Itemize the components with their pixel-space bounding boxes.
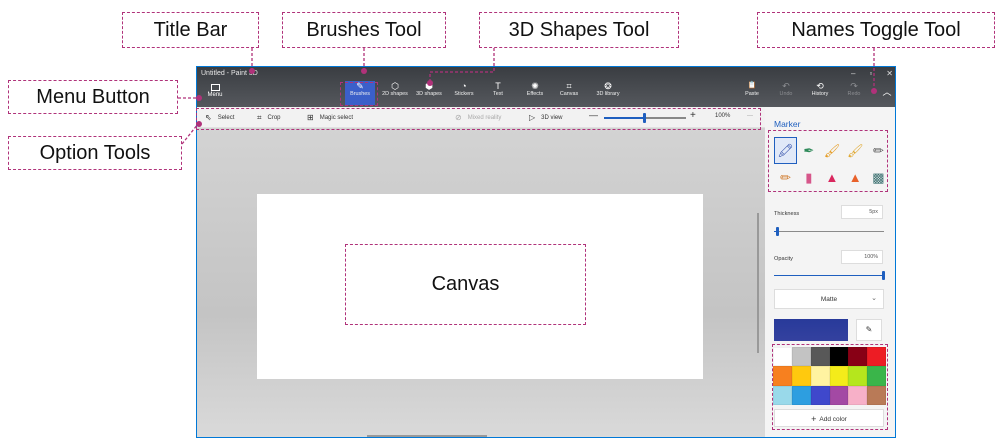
callout-canvas: Canvas <box>345 244 586 325</box>
callout-option-tools: Option Tools <box>8 136 182 170</box>
palette-highlight <box>772 344 888 430</box>
callout-title-bar: Title Bar <box>122 12 259 48</box>
option-tools-marker <box>196 121 202 127</box>
menu-button-marker <box>196 95 202 101</box>
title-bar-marker <box>249 68 255 74</box>
callout-names-toggle-tool: Names Toggle Tool <box>757 12 995 48</box>
brushes-tool-highlight <box>340 82 378 106</box>
brush-grid-highlight <box>768 130 888 192</box>
3d-shapes-tool-marker <box>427 80 433 86</box>
option-tools-highlight <box>196 108 761 130</box>
callout-menu-button: Menu Button <box>8 80 178 114</box>
brushes-tool-marker <box>361 68 367 74</box>
callout-brushes-tool: Brushes Tool <box>282 12 446 48</box>
callout-3d-shapes-tool: 3D Shapes Tool <box>479 12 679 48</box>
names-toggle-marker <box>871 88 877 94</box>
paint3d-annotated-screenshot: Untitled - Paint 3D – ▫ ✕ Menu ✎ Brushes… <box>0 0 1000 439</box>
